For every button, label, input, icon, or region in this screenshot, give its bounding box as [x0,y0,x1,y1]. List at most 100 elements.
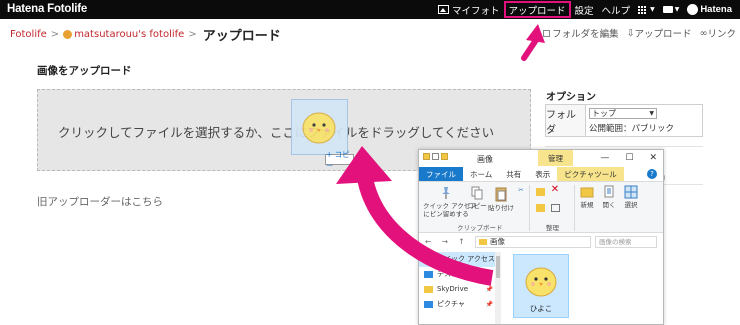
options-title: オプション [546,92,596,103]
minimize-button[interactable]: — [600,153,609,163]
photo-icon [438,5,449,14]
edit-folders-label: フォルダを編集 [552,29,619,40]
apps-menu-button[interactable]: ▼ [634,0,659,19]
folder-edit-icon [543,29,551,37]
apps-grid-icon [638,5,647,14]
pin-icon [442,187,450,199]
clipboard-group-label: クリップボード [457,224,503,232]
rename-icon [550,204,560,212]
nav-help-label: ヘルプ [601,5,631,17]
new-label: 新規 [580,201,594,209]
properties-icon [604,185,614,198]
chick-icon [302,112,336,144]
hatena-account[interactable]: Hatena [683,0,736,19]
select-button[interactable]: 選択 [621,185,641,209]
desktop-icon [424,271,433,278]
nav-my-photos-label: マイフォト [452,5,500,17]
new-folder-icon[interactable] [441,153,448,160]
properties-icon[interactable] [432,153,439,160]
quick-access-toolbar [423,153,448,160]
address-path[interactable]: 画像 [475,236,591,248]
folder-icon [424,286,433,293]
fotolife-logo[interactable]: Hatena Fotolife [7,3,87,15]
upload-icon: ⇩ [626,27,635,39]
options-table: フォルダ トップ 公開範囲：パブリック [545,104,703,137]
paste-button[interactable]: 貼り付け [488,186,514,212]
copy-ribbon-button[interactable]: コピー [467,186,487,210]
page-title: アップロード [202,29,281,44]
folder-icon [423,153,430,160]
breadcrumb-separator: > [50,29,60,40]
organize-group-label: 整理 [546,224,559,232]
copy-label: コピー [467,202,487,210]
copy-to-button[interactable] [533,204,547,212]
help-icon[interactable]: ? [647,169,657,179]
navigation-arrows[interactable]: ← → ↑ [425,237,469,246]
nav-quick-access[interactable]: クイック アクセス [419,252,501,267]
explorer-search-input[interactable]: 画像の検索 [595,236,657,248]
ribbon: クイック アクセス にピン留めする コピー 貼り付け ✂ クリップボード ✕ 整… [419,181,663,233]
nav-desktop[interactable]: デスクトップ 📌 [419,267,501,282]
delete-button[interactable]: ✕ [549,184,561,195]
star-icon [424,256,433,263]
pin-icon: 📌 [485,286,493,293]
chick-icon [525,267,557,297]
visibility-text: 公開範囲：パブリック [589,124,675,134]
explorer-title: 画像 [477,155,493,164]
file-explorer-window: 画像 管理 — ☐ ✕ ファイル ホーム 共有 表示 ピクチャツール ? クイッ… [418,149,664,325]
select-all-icon [624,185,638,199]
new-folder-icon [580,187,594,198]
link-icon: ∞ [699,27,708,39]
breadcrumb-user[interactable]: matsutarouu's fotolife [74,29,184,40]
breadcrumb-fotolife[interactable]: Fotolife [10,29,47,40]
window-controls: — ☐ ✕ [600,153,657,163]
chevron-down-icon: ▼ [650,6,655,13]
edit-folders-link[interactable]: フォルダを編集 [543,26,619,40]
move-to-button[interactable] [533,188,547,196]
pictures-icon [424,301,433,308]
navigation-scrollbar[interactable] [495,252,501,324]
tab-file[interactable]: ファイル [419,167,463,181]
old-uploader-link[interactable]: 旧アップローダーはこちら [37,194,163,209]
address-bar: ← → ↑ 画像 画像の検索 [419,234,663,250]
breadcrumb: Fotolife > matsutarouu's fotolife > アップロ… [10,25,281,44]
tab-home[interactable]: ホーム [463,167,499,181]
tab-picture-tools[interactable]: ピクチャツール [557,167,624,181]
folder-select[interactable]: トップ [589,108,657,119]
nav-skydrive[interactable]: SkyDrive 📌 [419,282,501,297]
page-actions: フォルダを編集 ⇩ アップロード ∞ リンク [535,26,736,40]
close-button[interactable]: ✕ [649,153,657,163]
chevron-down-icon: ▼ [674,6,680,13]
nav-help[interactable]: ヘルプ [598,0,635,19]
nav-settings-label: 設定 [574,5,594,17]
tab-view[interactable]: 表示 [528,167,557,181]
nav-settings[interactable]: 設定 [571,0,598,19]
nav-upload[interactable]: アップロード [503,1,571,18]
file-item-hiyoko[interactable]: ひよこ [513,254,569,318]
explorer-title-bar: 画像 管理 — ☐ ✕ [419,150,663,167]
notifications-button[interactable]: ▼ [659,0,684,19]
top-nav: マイフォト アップロード 設定 ヘルプ ▼ ▼ Hatena [434,0,736,19]
link-link[interactable]: ∞ リンク [699,26,736,41]
open-label: 開く [602,201,616,209]
open-button[interactable]: 開く [599,185,619,209]
copy-icon [471,186,483,200]
tab-share[interactable]: 共有 [499,167,528,181]
scissors-icon: ✂ [518,186,524,194]
breadcrumb-separator: > [188,29,197,40]
rename-button[interactable] [549,204,561,212]
folder-label: フォルダ [546,105,586,136]
drop-zone-text: クリックしてファイルを選択するか、ここにファイルをドラッグしてください [58,125,495,140]
cut-button[interactable]: ✂ [516,186,526,194]
dragged-image-thumbnail [291,99,348,155]
pin-to-quick-access-button[interactable]: クイック アクセス にピン留めする [423,186,477,218]
nav-pictures[interactable]: ピクチャ 📌 [419,297,501,312]
nav-my-photos[interactable]: マイフォト [434,0,504,19]
delete-icon: ✕ [550,184,560,195]
copy-badge: + コピー [325,150,354,170]
new-folder-button[interactable]: 新規 [577,185,597,209]
manage-context-tab[interactable]: 管理 [538,150,573,166]
maximize-button[interactable]: ☐ [625,153,633,163]
navigation-pane: クイック アクセス デスクトップ 📌 SkyDrive 📌 ピクチャ 📌 [419,252,501,324]
upload-link[interactable]: ⇩ アップロード [626,26,692,41]
